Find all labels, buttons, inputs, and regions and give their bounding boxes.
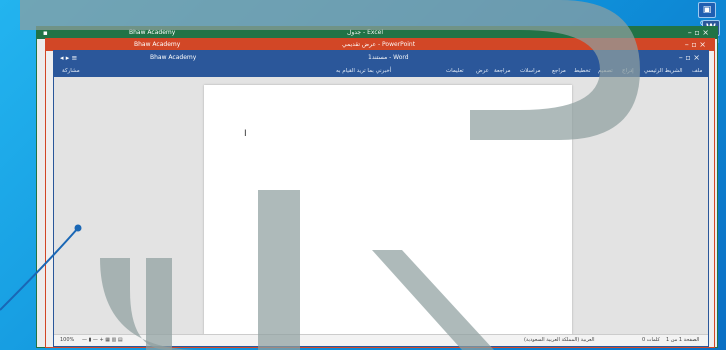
- ribbon-tabs: مشاركة أخبرني بما تريد القيام به تعليمات…: [54, 66, 708, 77]
- tab-references[interactable]: مراجع: [552, 68, 566, 74]
- window-controls[interactable]: – ▫ ×: [688, 28, 709, 38]
- account-name: Bhaw Academy: [134, 41, 181, 48]
- document-canvas: I: [54, 77, 708, 335]
- status-bar: 100% — ▮ — + ▦ ▥ ▤ العربية (المملكة العر…: [54, 334, 708, 346]
- word-count: 0 كلمات: [642, 337, 660, 343]
- app-icon: ▣: [698, 2, 716, 18]
- tab-view[interactable]: عرض: [476, 68, 489, 74]
- tab-mailings[interactable]: مراسلات: [520, 68, 541, 74]
- window-controls[interactable]: – ▫ ×: [679, 53, 700, 63]
- window-title: جدول - Excel: [347, 29, 383, 36]
- language-status: العربية (المملكة العربية السعودية): [524, 337, 595, 343]
- zoom-slider[interactable]: — ▮ — + ▦ ▥ ▤: [82, 337, 123, 343]
- tab-insert[interactable]: إدراج: [622, 68, 634, 74]
- window-controls[interactable]: – ▫ ×: [685, 40, 706, 50]
- tab-review[interactable]: مراجعة: [494, 68, 511, 74]
- share-button[interactable]: مشاركة: [62, 68, 80, 74]
- tab-layout[interactable]: تخطيط: [574, 68, 590, 74]
- account-name: Bhaw Academy: [129, 29, 176, 36]
- tab-help[interactable]: تعليمات: [446, 68, 464, 74]
- page-count: الصفحة 1 من 1: [666, 337, 700, 343]
- window-title: عرض تقديمي - PowerPoint: [342, 41, 416, 48]
- save-icon[interactable]: ◂ ▸ ≡: [60, 53, 77, 63]
- save-icon[interactable]: ▪: [43, 28, 48, 38]
- zoom-level[interactable]: 100%: [60, 337, 74, 343]
- word-titlebar[interactable]: ◂ ▸ ≡ Bhaw Academy مستند1 - Word – ▫ ×: [54, 51, 708, 66]
- account-name: Bhaw Academy: [150, 54, 197, 61]
- tab-file[interactable]: ملف: [692, 68, 702, 74]
- word-window[interactable]: ◂ ▸ ≡ Bhaw Academy مستند1 - Word – ▫ × م…: [53, 50, 709, 347]
- window-title: مستند1 - Word: [368, 54, 409, 61]
- tab-design[interactable]: تصميم: [598, 68, 613, 74]
- tell-me-box[interactable]: أخبرني بما تريد القيام به: [336, 68, 391, 74]
- text-cursor: I: [244, 129, 247, 139]
- document-page[interactable]: I: [204, 85, 572, 335]
- tab-home[interactable]: الشريط الرئيسي: [644, 68, 683, 74]
